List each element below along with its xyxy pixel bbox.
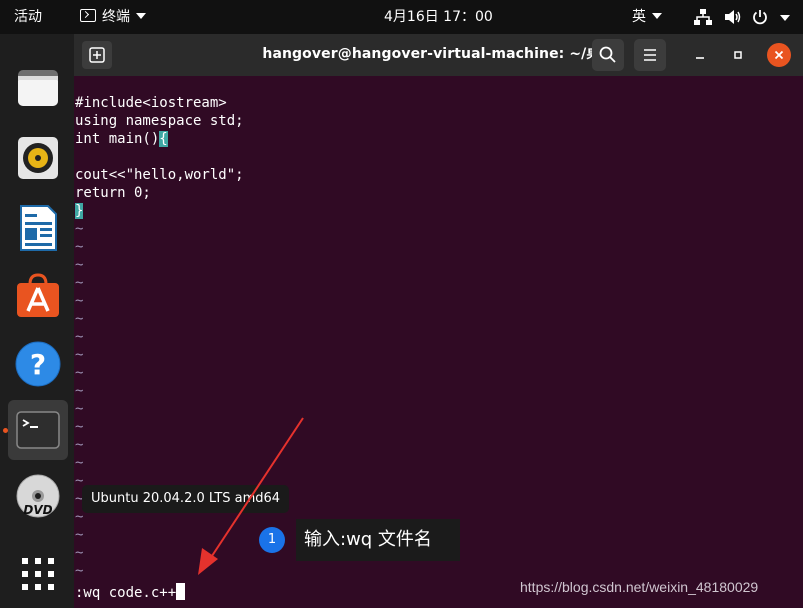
code-line: #include<iostream> xyxy=(75,95,227,111)
vim-command-text: :wq code.c++ xyxy=(75,585,177,601)
vim-command-line[interactable]: :wq code.c++ xyxy=(75,583,186,601)
tilde-line: ~ xyxy=(75,275,84,291)
power-icon xyxy=(753,10,767,25)
tilde-line: ~ xyxy=(75,329,84,345)
show-apps-icon xyxy=(22,558,54,590)
code-line: int main(){ xyxy=(75,130,803,148)
dock-item-dvd[interactable]: DVD xyxy=(8,466,68,526)
watermark: https://blog.csdn.net/weixin_48180029 xyxy=(520,579,759,595)
matched-open-brace: { xyxy=(159,131,168,147)
chevron-down-icon xyxy=(780,15,790,21)
activities-label: 活动 xyxy=(14,9,42,25)
running-indicator xyxy=(3,428,8,433)
code-line: } xyxy=(75,202,803,220)
tilde-line: ~ xyxy=(75,563,84,579)
dock-item-rhythmbox[interactable] xyxy=(8,128,68,188)
app-menu-label: 终端 xyxy=(102,9,130,25)
input-method-label: 英 xyxy=(632,9,646,25)
tilde-line: ~ xyxy=(75,365,84,381)
tilde-line: ~ xyxy=(75,419,84,435)
top-bar: 活动 终端 4月16日 17：00 英 xyxy=(0,0,803,34)
show-applications-button[interactable] xyxy=(8,544,68,604)
clock[interactable]: 4月16日 17：00 xyxy=(384,0,493,34)
dock-item-files[interactable] xyxy=(8,58,68,118)
network-icon xyxy=(694,9,712,25)
close-button[interactable] xyxy=(767,43,791,67)
tilde-line: ~ xyxy=(75,455,84,471)
matched-close-brace: } xyxy=(75,203,84,219)
annotation-arrow-icon xyxy=(198,417,304,575)
tilde-line: ~ xyxy=(75,239,84,255)
tilde-line: ~ xyxy=(75,347,84,363)
tilde-line: ~ xyxy=(75,437,84,453)
terminal-icon xyxy=(16,411,60,449)
annotation-callout: 输入:wq 文件名 xyxy=(296,519,460,561)
files-icon xyxy=(18,70,58,106)
dock: ? DVD xyxy=(0,34,74,608)
activities-button[interactable]: 活动 xyxy=(14,0,42,34)
code-line: return 0; xyxy=(75,185,151,201)
svg-text:DVD: DVD xyxy=(23,503,52,517)
terminal-headerbar[interactable]: hangover@hangover-virtual-machine: ~/桌面 xyxy=(74,34,803,76)
code-line: using namespace std; xyxy=(75,113,244,129)
tilde-line: ~ xyxy=(75,383,84,399)
volume-icon xyxy=(725,10,741,24)
search-icon xyxy=(599,46,616,63)
close-icon xyxy=(774,50,784,60)
app-menu-button[interactable]: 终端 xyxy=(80,0,146,34)
chevron-down-icon xyxy=(652,13,662,19)
rhythmbox-icon xyxy=(18,137,58,179)
software-icon xyxy=(17,273,59,317)
dock-item-software[interactable] xyxy=(8,266,68,326)
help-icon: ? xyxy=(15,341,61,387)
chevron-down-icon xyxy=(136,13,146,19)
code-text: int main() xyxy=(75,131,160,147)
menu-button[interactable] xyxy=(634,39,666,71)
tilde-line: ~ xyxy=(75,293,84,309)
hamburger-menu-icon xyxy=(644,49,656,61)
terminal-mini-icon xyxy=(80,9,96,22)
tilde-line: ~ xyxy=(75,401,84,417)
tilde-line: ~ xyxy=(75,257,84,273)
dock-item-terminal[interactable] xyxy=(8,400,68,460)
text-cursor xyxy=(176,583,186,600)
search-button[interactable] xyxy=(592,39,624,71)
tilde-line: ~ xyxy=(75,221,84,237)
writer-icon xyxy=(20,205,57,251)
maximize-button[interactable] xyxy=(726,43,750,67)
dvd-icon: DVD xyxy=(16,474,60,518)
dock-item-writer[interactable] xyxy=(8,198,68,258)
minimize-icon xyxy=(696,57,704,59)
tilde-line: ~ xyxy=(75,311,84,327)
minimize-button[interactable] xyxy=(688,43,712,67)
code-line: cout<<"hello,world"; xyxy=(75,167,244,183)
maximize-icon xyxy=(734,51,742,59)
input-method-button[interactable]: 英 xyxy=(632,0,662,34)
annotation-step-badge: 1 xyxy=(259,527,285,553)
dock-item-help[interactable]: ? xyxy=(8,334,68,394)
svg-text:?: ? xyxy=(30,348,46,381)
